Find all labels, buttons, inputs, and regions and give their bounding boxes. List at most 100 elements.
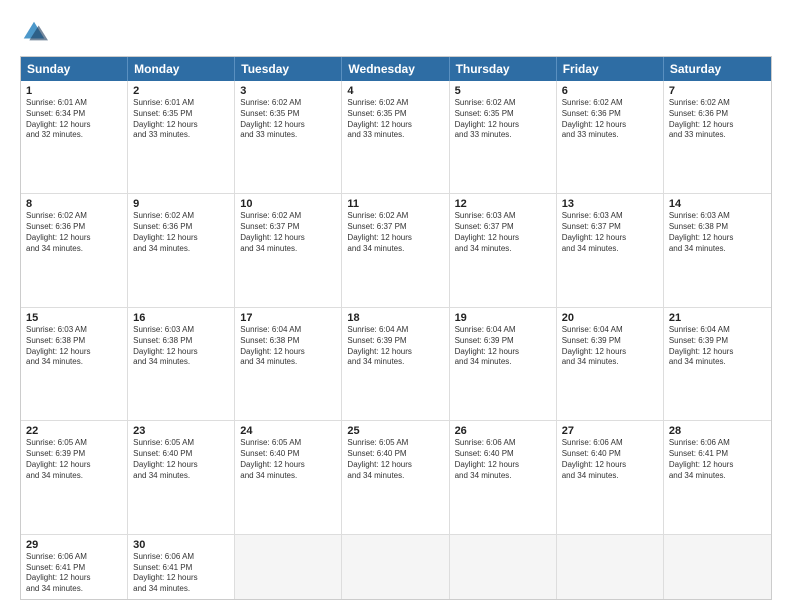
calendar-cell: 17Sunrise: 6:04 AM Sunset: 6:38 PM Dayli…: [235, 308, 342, 420]
day-info: Sunrise: 6:06 AM Sunset: 6:41 PM Dayligh…: [133, 552, 229, 595]
calendar-cell: 20Sunrise: 6:04 AM Sunset: 6:39 PM Dayli…: [557, 308, 664, 420]
day-info: Sunrise: 6:05 AM Sunset: 6:40 PM Dayligh…: [240, 438, 336, 481]
day-info: Sunrise: 6:02 AM Sunset: 6:36 PM Dayligh…: [26, 211, 122, 254]
day-info: Sunrise: 6:01 AM Sunset: 6:34 PM Dayligh…: [26, 98, 122, 141]
day-number: 28: [669, 425, 766, 437]
day-number: 12: [455, 198, 551, 210]
calendar-row: 1Sunrise: 6:01 AM Sunset: 6:34 PM Daylig…: [21, 81, 771, 193]
day-info: Sunrise: 6:06 AM Sunset: 6:40 PM Dayligh…: [455, 438, 551, 481]
day-number: 27: [562, 425, 658, 437]
calendar-cell: 19Sunrise: 6:04 AM Sunset: 6:39 PM Dayli…: [450, 308, 557, 420]
day-info: Sunrise: 6:04 AM Sunset: 6:39 PM Dayligh…: [669, 325, 766, 368]
day-number: 13: [562, 198, 658, 210]
day-number: 5: [455, 85, 551, 97]
day-info: Sunrise: 6:06 AM Sunset: 6:40 PM Dayligh…: [562, 438, 658, 481]
calendar-body: 1Sunrise: 6:01 AM Sunset: 6:34 PM Daylig…: [21, 81, 771, 599]
calendar-header-day: Saturday: [664, 57, 771, 81]
day-info: Sunrise: 6:02 AM Sunset: 6:36 PM Dayligh…: [562, 98, 658, 141]
day-info: Sunrise: 6:03 AM Sunset: 6:38 PM Dayligh…: [26, 325, 122, 368]
calendar-cell: 9Sunrise: 6:02 AM Sunset: 6:36 PM Daylig…: [128, 194, 235, 306]
day-info: Sunrise: 6:03 AM Sunset: 6:38 PM Dayligh…: [669, 211, 766, 254]
logo: [20, 18, 52, 46]
calendar: SundayMondayTuesdayWednesdayThursdayFrid…: [20, 56, 772, 600]
day-info: Sunrise: 6:02 AM Sunset: 6:35 PM Dayligh…: [240, 98, 336, 141]
calendar-cell: 28Sunrise: 6:06 AM Sunset: 6:41 PM Dayli…: [664, 421, 771, 533]
calendar-header-day: Wednesday: [342, 57, 449, 81]
calendar-cell: [450, 535, 557, 599]
day-number: 19: [455, 312, 551, 324]
calendar-cell: 12Sunrise: 6:03 AM Sunset: 6:37 PM Dayli…: [450, 194, 557, 306]
logo-icon: [20, 18, 48, 46]
day-number: 24: [240, 425, 336, 437]
day-number: 26: [455, 425, 551, 437]
day-number: 29: [26, 539, 122, 551]
calendar-cell: 5Sunrise: 6:02 AM Sunset: 6:35 PM Daylig…: [450, 81, 557, 193]
calendar-cell: 11Sunrise: 6:02 AM Sunset: 6:37 PM Dayli…: [342, 194, 449, 306]
day-info: Sunrise: 6:04 AM Sunset: 6:39 PM Dayligh…: [562, 325, 658, 368]
day-info: Sunrise: 6:05 AM Sunset: 6:40 PM Dayligh…: [347, 438, 443, 481]
day-info: Sunrise: 6:05 AM Sunset: 6:40 PM Dayligh…: [133, 438, 229, 481]
calendar-row: 8Sunrise: 6:02 AM Sunset: 6:36 PM Daylig…: [21, 193, 771, 306]
calendar-row: 29Sunrise: 6:06 AM Sunset: 6:41 PM Dayli…: [21, 534, 771, 599]
calendar-cell: 4Sunrise: 6:02 AM Sunset: 6:35 PM Daylig…: [342, 81, 449, 193]
day-number: 17: [240, 312, 336, 324]
day-number: 2: [133, 85, 229, 97]
day-number: 1: [26, 85, 122, 97]
calendar-cell: 26Sunrise: 6:06 AM Sunset: 6:40 PM Dayli…: [450, 421, 557, 533]
day-info: Sunrise: 6:01 AM Sunset: 6:35 PM Dayligh…: [133, 98, 229, 141]
day-number: 30: [133, 539, 229, 551]
day-number: 15: [26, 312, 122, 324]
calendar-cell: 13Sunrise: 6:03 AM Sunset: 6:37 PM Dayli…: [557, 194, 664, 306]
calendar-row: 22Sunrise: 6:05 AM Sunset: 6:39 PM Dayli…: [21, 420, 771, 533]
day-info: Sunrise: 6:03 AM Sunset: 6:37 PM Dayligh…: [562, 211, 658, 254]
calendar-cell: 25Sunrise: 6:05 AM Sunset: 6:40 PM Dayli…: [342, 421, 449, 533]
page: SundayMondayTuesdayWednesdayThursdayFrid…: [0, 0, 792, 612]
day-number: 14: [669, 198, 766, 210]
day-info: Sunrise: 6:06 AM Sunset: 6:41 PM Dayligh…: [669, 438, 766, 481]
calendar-cell: [664, 535, 771, 599]
day-number: 11: [347, 198, 443, 210]
day-number: 10: [240, 198, 336, 210]
day-number: 16: [133, 312, 229, 324]
calendar-cell: 22Sunrise: 6:05 AM Sunset: 6:39 PM Dayli…: [21, 421, 128, 533]
calendar-cell: [235, 535, 342, 599]
calendar-cell: 18Sunrise: 6:04 AM Sunset: 6:39 PM Dayli…: [342, 308, 449, 420]
calendar-header-day: Tuesday: [235, 57, 342, 81]
day-info: Sunrise: 6:05 AM Sunset: 6:39 PM Dayligh…: [26, 438, 122, 481]
calendar-cell: 23Sunrise: 6:05 AM Sunset: 6:40 PM Dayli…: [128, 421, 235, 533]
calendar-header-day: Monday: [128, 57, 235, 81]
day-number: 18: [347, 312, 443, 324]
calendar-cell: 30Sunrise: 6:06 AM Sunset: 6:41 PM Dayli…: [128, 535, 235, 599]
day-number: 20: [562, 312, 658, 324]
day-info: Sunrise: 6:04 AM Sunset: 6:38 PM Dayligh…: [240, 325, 336, 368]
day-number: 9: [133, 198, 229, 210]
calendar-cell: 3Sunrise: 6:02 AM Sunset: 6:35 PM Daylig…: [235, 81, 342, 193]
calendar-header-day: Friday: [557, 57, 664, 81]
calendar-cell: [557, 535, 664, 599]
day-info: Sunrise: 6:04 AM Sunset: 6:39 PM Dayligh…: [455, 325, 551, 368]
day-info: Sunrise: 6:02 AM Sunset: 6:36 PM Dayligh…: [133, 211, 229, 254]
calendar-cell: 21Sunrise: 6:04 AM Sunset: 6:39 PM Dayli…: [664, 308, 771, 420]
day-number: 4: [347, 85, 443, 97]
day-info: Sunrise: 6:02 AM Sunset: 6:35 PM Dayligh…: [455, 98, 551, 141]
calendar-header-day: Thursday: [450, 57, 557, 81]
day-number: 8: [26, 198, 122, 210]
header: [20, 18, 772, 46]
day-info: Sunrise: 6:06 AM Sunset: 6:41 PM Dayligh…: [26, 552, 122, 595]
calendar-header-day: Sunday: [21, 57, 128, 81]
calendar-cell: 10Sunrise: 6:02 AM Sunset: 6:37 PM Dayli…: [235, 194, 342, 306]
day-number: 23: [133, 425, 229, 437]
calendar-cell: 8Sunrise: 6:02 AM Sunset: 6:36 PM Daylig…: [21, 194, 128, 306]
day-number: 7: [669, 85, 766, 97]
day-info: Sunrise: 6:02 AM Sunset: 6:35 PM Dayligh…: [347, 98, 443, 141]
day-number: 25: [347, 425, 443, 437]
calendar-cell: 1Sunrise: 6:01 AM Sunset: 6:34 PM Daylig…: [21, 81, 128, 193]
day-number: 22: [26, 425, 122, 437]
calendar-cell: 27Sunrise: 6:06 AM Sunset: 6:40 PM Dayli…: [557, 421, 664, 533]
day-number: 3: [240, 85, 336, 97]
day-info: Sunrise: 6:02 AM Sunset: 6:37 PM Dayligh…: [240, 211, 336, 254]
day-info: Sunrise: 6:02 AM Sunset: 6:37 PM Dayligh…: [347, 211, 443, 254]
calendar-cell: 15Sunrise: 6:03 AM Sunset: 6:38 PM Dayli…: [21, 308, 128, 420]
day-info: Sunrise: 6:04 AM Sunset: 6:39 PM Dayligh…: [347, 325, 443, 368]
calendar-header: SundayMondayTuesdayWednesdayThursdayFrid…: [21, 57, 771, 81]
